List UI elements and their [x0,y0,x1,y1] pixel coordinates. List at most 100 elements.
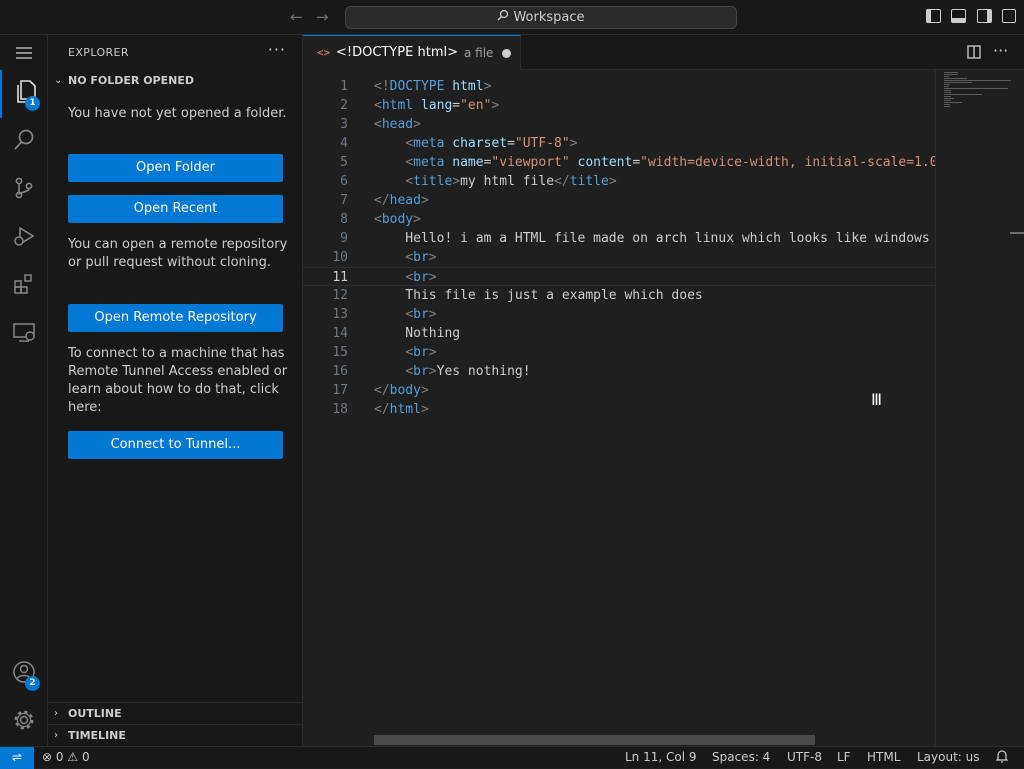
cursor-position[interactable]: Ln 11, Col 9 [625,750,697,764]
customize-layout-icon[interactable] [1002,9,1016,23]
code-token: br [413,364,429,379]
unsaved-dot-icon[interactable] [502,49,511,58]
code-line[interactable]: 17 </body> [303,381,935,400]
remote-indicator[interactable]: ⇌ [0,747,34,769]
section-timeline[interactable]: › TIMELINE [48,724,303,746]
search-icon [12,128,36,156]
activity-extensions[interactable] [0,262,48,310]
activity-manage[interactable] [0,698,48,746]
line-source: <br> [374,248,436,267]
code-token: </ [554,174,570,189]
code-line[interactable]: 11 <br> [303,267,935,286]
activity-accounts[interactable]: 2 [0,650,48,698]
editor-more-actions-icon[interactable]: ··· [993,41,1008,60]
code-line[interactable]: 3 <head> [303,115,935,134]
command-center-label: Workspace [513,10,585,25]
line-source: <meta name="viewport" content="width=dev… [374,153,935,172]
code-token: < [374,212,382,227]
more-actions-icon[interactable]: ··· [268,40,286,59]
warning-count: 0 [81,750,90,764]
code-line[interactable]: 8 <body> [303,210,935,229]
minimap-line [944,88,1008,89]
editor-tab[interactable]: <> <!DOCTYPE html> a file [303,35,521,70]
code-token: </ [374,402,390,417]
toggle-panel-icon[interactable] [951,9,966,23]
open-remote-repository-button[interactable]: Open Remote Repository [68,304,283,332]
menu-icon[interactable] [0,35,48,70]
scroll-position-marker [1010,232,1024,234]
connect-to-tunnel-button[interactable]: Connect to Tunnel... [68,431,283,459]
code-line[interactable]: 9 Hello! i am a HTML file made on arch l… [303,229,935,248]
open-folder-button[interactable]: Open Folder [68,154,283,182]
accounts-badge: 2 [25,676,40,691]
code-line[interactable]: 7 </head> [303,191,935,210]
code-line[interactable]: 15 <br> [303,343,935,362]
line-number: 8 [340,212,348,227]
code-line[interactable]: 2 <html lang="en"> [303,96,935,115]
code-token: < [405,270,414,285]
split-editor-icon[interactable] [967,45,981,63]
explorer-badge: 1 [25,96,40,111]
code-token: body [381,212,414,227]
line-source: </head> [374,191,429,210]
language-mode[interactable]: HTML [867,750,900,764]
minimap[interactable] [935,70,1024,746]
line-source: </html> [374,400,429,419]
line-source: Nothing [374,324,460,343]
code-token: > [413,117,421,132]
remote-icon: ⇌ [11,750,23,764]
line-source: <meta charset="UTF-8"> [374,134,577,153]
command-center[interactable]: Workspace [345,6,737,29]
error-icon: ⊗ [42,750,53,764]
line-number: 12 [332,288,348,303]
code-line[interactable]: 4 <meta charset="UTF-8"> [303,134,935,153]
open-recent-button[interactable]: Open Recent [68,195,283,223]
code-line[interactable]: 5 <meta name="viewport" content="width=d… [303,153,935,172]
code-line[interactable]: 12 This file is just a example which doe… [303,286,935,305]
arrow-left-icon[interactable]: ← [290,8,303,26]
bell-icon[interactable] [995,750,1009,766]
indentation[interactable]: Spaces: 4 [712,750,770,764]
line-number: 4 [340,136,348,151]
code-token: < [405,174,414,189]
code-line[interactable]: 16 <br>Yes nothing! [303,362,935,381]
code-token: "width=device-width, initial-scale=1.0" [640,155,935,170]
code-line[interactable]: 10 <br> [303,248,935,267]
minimap-line [944,84,951,85]
code-line[interactable]: 18 </html> [303,400,935,419]
code-token: > [428,364,437,379]
minimap-line [944,72,958,73]
problems-status[interactable]: ⊗ 0 ⚠ 0 [42,750,90,764]
no-folder-message: You have not yet opened a folder. [68,106,287,121]
code-line[interactable]: 6 <title>my html file</title> [303,172,935,191]
arrow-right-icon[interactable]: → [316,8,329,26]
section-outline[interactable]: › OUTLINE [48,702,303,724]
search-icon [497,7,509,28]
activity-run-debug[interactable] [0,214,48,262]
code-line[interactable]: 14 Nothing [303,324,935,343]
line-source: Hello! i am a HTML file made on arch lin… [374,229,929,248]
horizontal-scrollbar[interactable] [374,735,815,745]
encoding[interactable]: UTF-8 [787,750,822,764]
code-token: > [420,402,429,417]
code-editor[interactable]: 1 <!DOCTYPE html> 2 <html lang="en"> 3 <head>… [303,70,935,746]
code-line[interactable]: 13 <br> [303,305,935,324]
keyboard-layout[interactable]: Layout: us [917,750,980,764]
activity-search[interactable] [0,118,48,166]
activity-explorer[interactable]: 1 [0,70,48,118]
activity-remote-explorer[interactable] [0,310,48,358]
end-of-line[interactable]: LF [837,750,851,764]
line-number: 16 [332,364,348,379]
section-no-folder[interactable]: ⌄ NO FOLDER OPENED [48,70,303,92]
activity-source-control[interactable] [0,166,48,214]
minimap-line [944,96,952,97]
toggle-secondary-sidebar-icon[interactable] [977,9,992,23]
code-line[interactable]: 1 <!DOCTYPE html> [303,77,935,96]
code-token: body [389,383,421,398]
error-count: 0 [55,750,64,764]
toggle-primary-sidebar-icon[interactable] [926,9,941,23]
